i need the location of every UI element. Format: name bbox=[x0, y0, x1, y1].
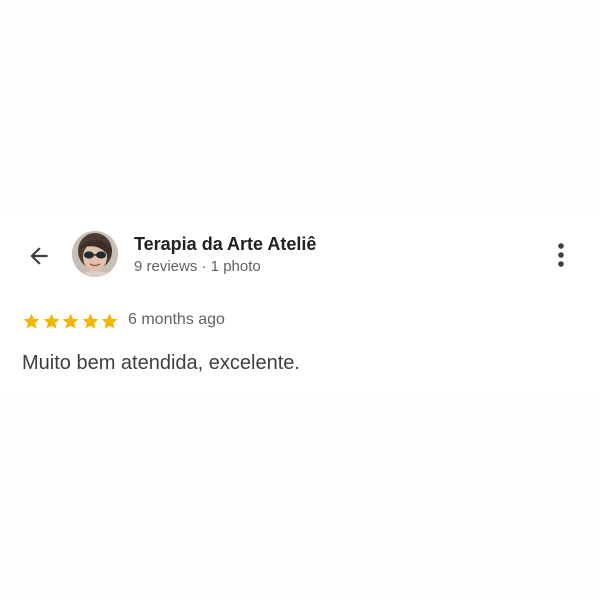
star-icon bbox=[101, 313, 118, 329]
star-icon bbox=[43, 313, 59, 329]
reviewer-name[interactable]: Terapia da Arte Ateliê bbox=[134, 234, 316, 255]
reviewer-meta: 9 reviews · 1 photo bbox=[134, 258, 261, 275]
more-vert-icon bbox=[558, 243, 564, 267]
more-options-button[interactable] bbox=[546, 238, 576, 272]
review-text: Muito bem atendida, excelente. bbox=[22, 352, 300, 374]
star-icon bbox=[23, 313, 40, 329]
star-icon bbox=[62, 313, 79, 329]
arrow-back-icon bbox=[30, 247, 48, 265]
back-button[interactable] bbox=[20, 238, 58, 274]
star-rating bbox=[22, 310, 120, 332]
avatar[interactable] bbox=[72, 231, 118, 277]
star-icon bbox=[82, 313, 98, 329]
review-time: 6 months ago bbox=[128, 311, 225, 328]
avatar-photo bbox=[72, 231, 118, 277]
